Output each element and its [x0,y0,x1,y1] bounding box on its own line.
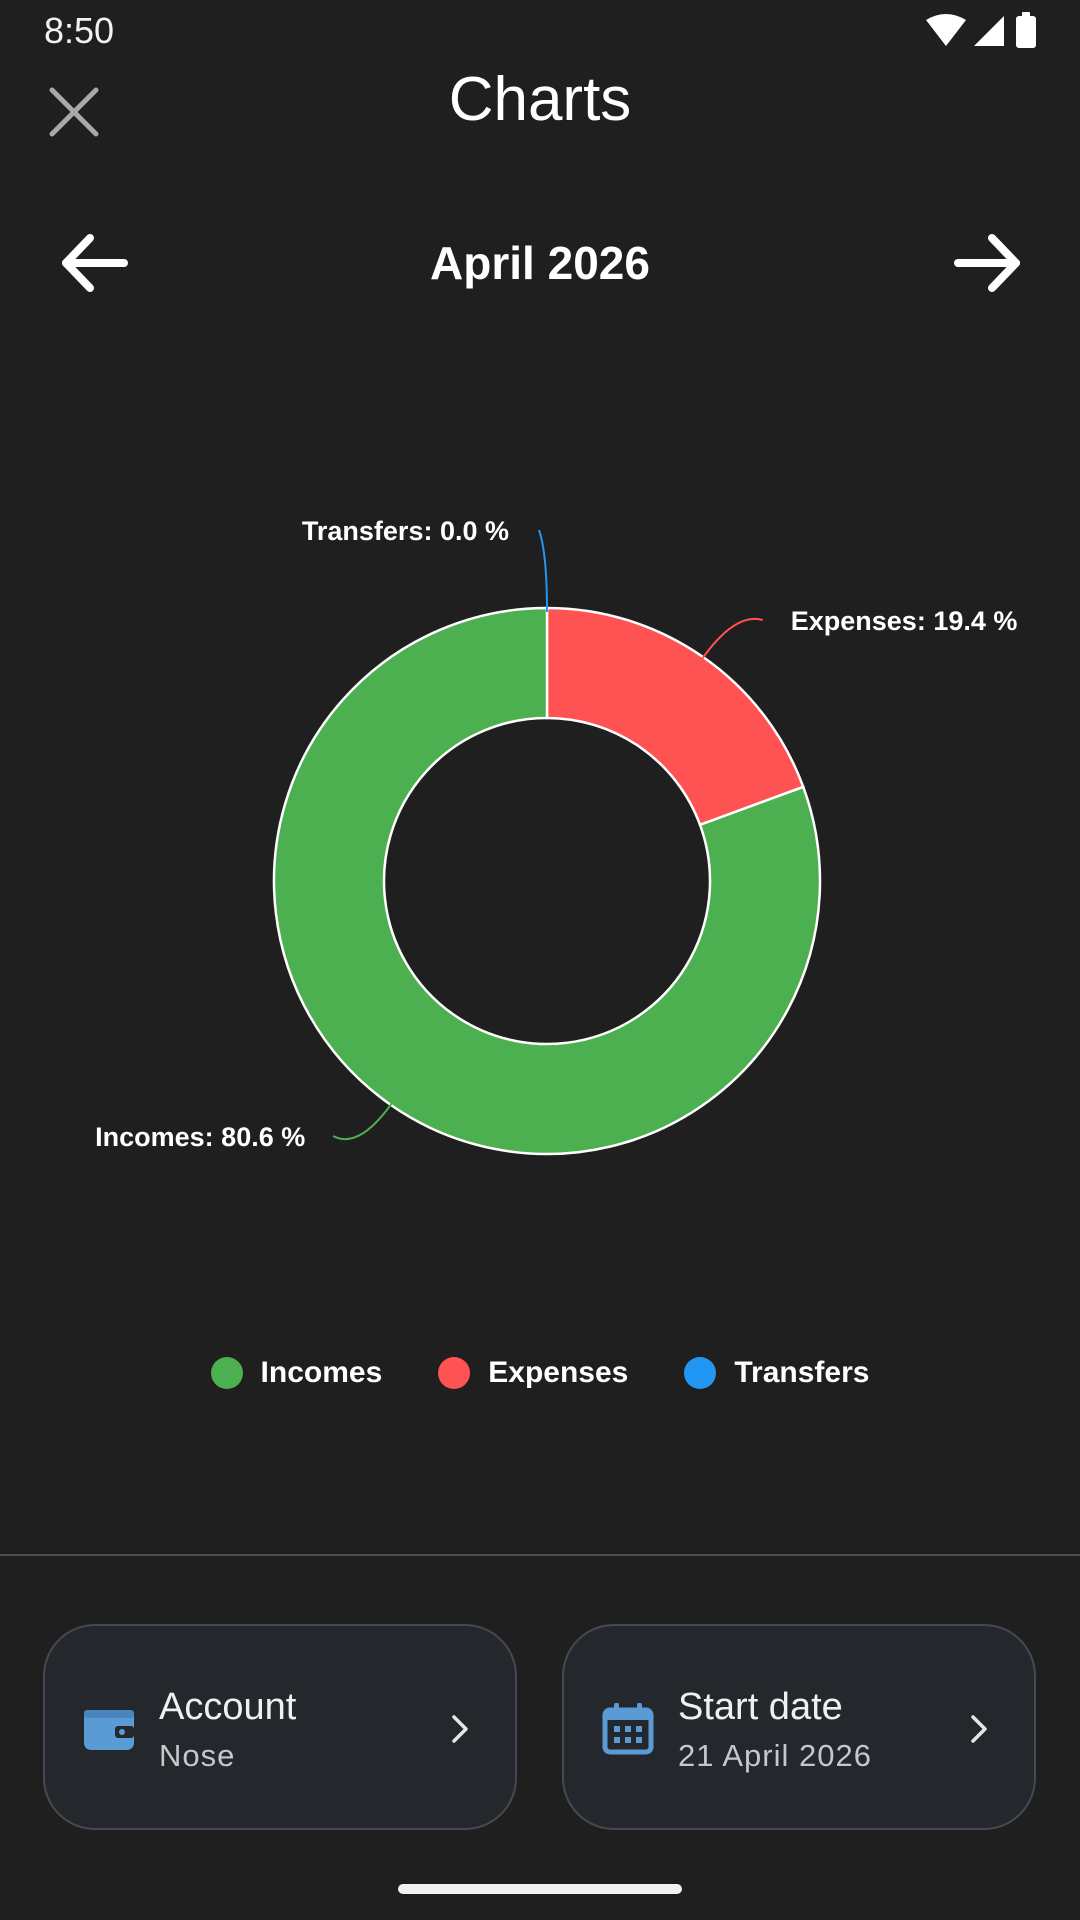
legend-dot-transfers [684,1357,717,1389]
month-label: April 2026 [430,237,650,289]
wifi-icon [926,14,966,46]
slice-label-transfers: Transfers: 0.0 % [302,516,509,546]
account-card-value: Nose [159,1738,236,1773]
legend-label-incomes: Incomes [260,1356,383,1389]
status-bar: 8:50 [0,0,1080,60]
legend-dot-expenses [438,1357,471,1389]
slice-label-expenses: Expenses: 19.4 % [791,606,1018,636]
leader-line-incomes [332,1100,394,1141]
legend-label-transfers: Transfers [734,1356,870,1389]
account-card-title: Account [159,1686,297,1728]
next-month-button[interactable] [952,232,1022,294]
wallet-icon [84,1710,134,1750]
legend-item-transfers[interactable]: Transfers [684,1356,869,1390]
status-icons [926,12,1036,48]
start-date-card-title: Start date [678,1686,843,1728]
account-selector-card[interactable]: Account Nose [43,1624,517,1830]
charts-screen: 8:50 Charts April 2026 Transfers: 0.0 % … [0,0,1080,1920]
home-indicator[interactable] [398,1884,682,1894]
chevron-right-icon [452,1715,468,1743]
leader-line-expenses [700,618,764,662]
arrow-right-icon [954,234,1020,292]
page-title: Charts [448,65,632,134]
start-date-card-value: 21 April 2026 [678,1738,872,1773]
signal-icon [974,16,1004,46]
calendar-icon [602,1703,654,1755]
legend-dot-incomes [210,1357,243,1389]
legend-label-expenses: Expenses [488,1356,629,1389]
donut-chart[interactable]: Transfers: 0.0 % Expenses: 19.4 % Incomes:… [0,500,1080,1220]
divider [0,1554,1080,1556]
leader-line-transfers [538,529,548,613]
chart-legend: Incomes Expenses Transfers [0,1356,1080,1390]
status-time: 8:50 [44,10,115,51]
legend-item-incomes[interactable]: Incomes [210,1356,383,1390]
start-date-selector-card[interactable]: Start date 21 April 2026 [562,1624,1036,1830]
slice-expenses[interactable] [545,606,805,827]
battery-icon [1016,12,1036,48]
chevron-right-icon [971,1715,987,1743]
legend-item-expenses[interactable]: Expenses [438,1356,628,1390]
slice-label-incomes: Incomes: 80.6 % [95,1122,305,1152]
